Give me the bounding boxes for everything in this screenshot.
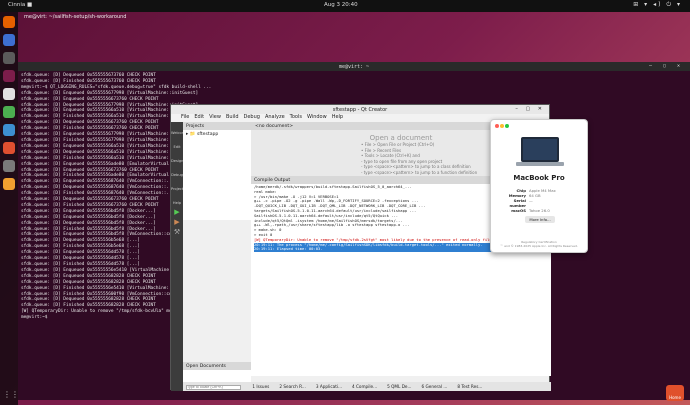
apps-grid-icon[interactable]: ⋮⋮ (3, 390, 19, 399)
output-pane-tab[interactable]: 4 Compile... (352, 384, 377, 389)
mode-welcome[interactable]: Welcome (171, 122, 187, 136)
spec-list: Chip Apple M4 Max Memory 64 GB Serial number… (499, 188, 581, 213)
top-bar: Cinnia ■ Aug 3 20:40 ⊞ ▾ ◂) ⏻ ▾ (0, 0, 690, 12)
dock-app-icon[interactable] (3, 124, 15, 136)
menu-item-debug[interactable]: Debug (244, 114, 260, 120)
dock-app-icon[interactable] (3, 160, 15, 172)
status-bar: 1 Issues 2 Search R... 3 Applicati... 4 Com… (183, 382, 551, 391)
spec-key: Serial number (509, 198, 526, 208)
dock-app-icon[interactable] (3, 106, 15, 118)
about-this-mac-window[interactable]: MacBook Pro Chip Apple M4 Max Memory 64 GB S… (490, 119, 588, 253)
clock[interactable]: Aug 3 20:40 (324, 2, 358, 8)
menu-item-help[interactable]: Help (332, 114, 343, 120)
output-pane-tab[interactable]: 3 Applicati... (316, 384, 342, 389)
about-footer: Regulatory Certification ™ and © 1983-20… (491, 240, 587, 248)
model-name: MacBook Pro (513, 174, 565, 182)
spec-key: macOS (511, 208, 526, 213)
mode-debug[interactable]: Debug (171, 164, 183, 178)
output-pane-tab[interactable]: 6 General ... (422, 384, 448, 389)
open-documents-header[interactable]: Open Documents (183, 362, 251, 370)
spec-row: macOS Tahoe 26.0 (499, 208, 581, 213)
output-pane-tab[interactable]: 8 Test Res... (457, 384, 482, 389)
mode-edit[interactable]: Edit (171, 136, 183, 150)
mode-design[interactable]: Design (171, 150, 183, 164)
projects-panel: Projects ▸ 📁 sftestapp (183, 122, 251, 220)
dock-app-icon[interactable] (3, 70, 15, 82)
spec-value: Tahoe 26.0 (529, 208, 550, 213)
menu-item-window[interactable]: Window (307, 114, 327, 120)
projects-header[interactable]: Projects (183, 122, 251, 130)
build-hammer-icon[interactable]: ⚒ (171, 228, 183, 236)
folder-icon: ▸ 📁 (186, 132, 197, 137)
document-selector[interactable]: <no document> (255, 124, 293, 129)
dock-app-icon[interactable] (3, 16, 15, 28)
menu-item-view[interactable]: View (209, 114, 221, 120)
menu-item-tools[interactable]: Tools (290, 114, 302, 120)
project-item[interactable]: sftestapp (197, 132, 218, 137)
menu-item-file[interactable]: File (181, 114, 189, 120)
spec-row: Serial number — (499, 198, 581, 208)
dock-app-icon[interactable] (3, 178, 15, 190)
more-info-button[interactable]: More Info... (525, 216, 555, 223)
laptop-icon (516, 137, 564, 166)
terminal-titlebar[interactable]: me@virt: ~ – ▢ ✕ (18, 62, 690, 71)
dock-app-icon[interactable] (3, 142, 15, 154)
debug-run-icon[interactable]: ▶ (171, 218, 183, 226)
home-folder-icon[interactable]: Home (666, 385, 684, 401)
dock-app-icon[interactable] (3, 52, 15, 64)
compile-output-title: Compile Output (254, 177, 291, 183)
mode-projects[interactable]: Projects (171, 178, 185, 192)
window-controls[interactable]: – ▢ ✕ (649, 63, 684, 69)
menu-item-analyze[interactable]: Analyze (265, 114, 285, 120)
traffic-lights[interactable] (495, 124, 510, 130)
mode-sidebar: Welcome Edit Design Debug Projects Help ▶ ▶ ⚒ (171, 122, 187, 391)
output-pane-tab[interactable]: 2 Search R... (279, 384, 305, 389)
activities-button[interactable]: Cinnia ■ (8, 2, 32, 8)
qt-title: sftestapp - Qt Creator (332, 107, 388, 113)
dock-app-icon[interactable] (3, 88, 15, 100)
terminal-title: me@virt: ~ (338, 63, 370, 70)
system-tray[interactable]: ⊞ ▾ ◂) ⏻ ▾ (633, 1, 682, 9)
menu-item-edit[interactable]: Edit (194, 114, 204, 120)
menu-item-build[interactable]: Build (226, 114, 239, 120)
mode-help[interactable]: Help (171, 192, 183, 206)
locator-input[interactable] (186, 384, 241, 390)
run-icon[interactable]: ▶ (171, 208, 183, 216)
dock-app-icon[interactable] (3, 34, 15, 46)
output-pane-tab[interactable]: 1 Issues (252, 384, 269, 389)
spec-value: — (529, 198, 533, 203)
desktop-window-label: me@virt: ~/sailfish-setup/sh-workaround (24, 14, 127, 20)
output-pane-tab[interactable]: 5 QML De... (387, 384, 411, 389)
window-controls[interactable]: – ▢ ✕ (515, 106, 545, 112)
open-documents-panel: Open Documents (183, 362, 251, 382)
qt-titlebar[interactable]: sftestapp - Qt Creator – ▢ ✕ (171, 105, 549, 114)
copyright: ™ and © 1983-2025 Apple Inc. All Rights … (500, 243, 578, 248)
dock: ⋮⋮ (0, 12, 19, 405)
